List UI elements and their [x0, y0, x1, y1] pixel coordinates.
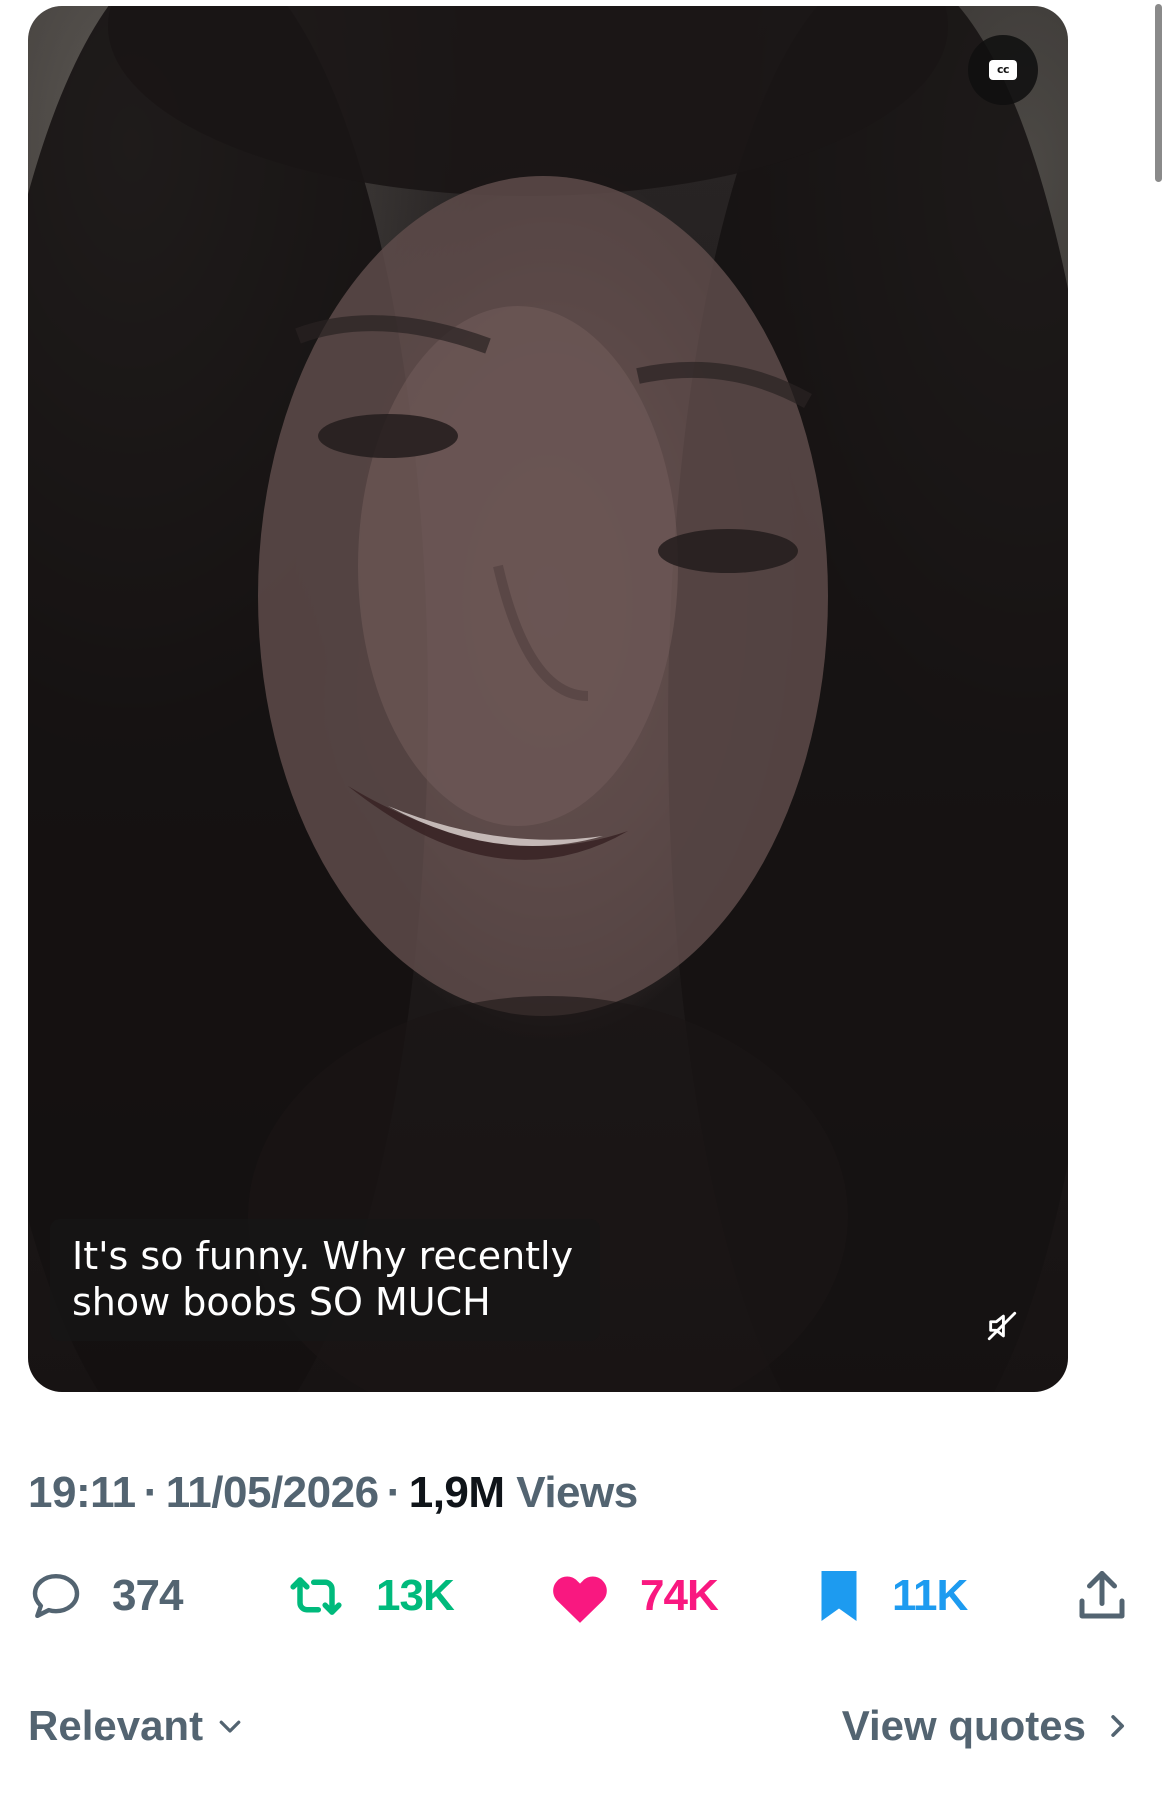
share-button[interactable] — [1072, 1560, 1132, 1632]
chevron-right-icon — [1104, 1710, 1130, 1742]
tweet-meta: 19:11 · 11/05/2026 · 1,9M Views — [28, 1468, 638, 1518]
heart-icon — [548, 1567, 612, 1625]
closed-captions-button[interactable]: cc — [968, 35, 1038, 105]
video-caption: It's so funny. Why recently show boobs S… — [50, 1219, 600, 1341]
meta-separator: · — [386, 1468, 402, 1517]
tweet-action-bar: 374 13K 74K 11K — [0, 1560, 1170, 1632]
bookmark-count: 11K — [892, 1571, 968, 1620]
like-button[interactable]: 74K — [548, 1560, 719, 1632]
share-icon — [1072, 1566, 1132, 1626]
caption-line-1: It's so funny. Why recently — [72, 1234, 574, 1278]
replies-header: Relevant View quotes — [0, 1696, 1170, 1756]
tweet-date: 11/05/2026 — [165, 1468, 379, 1517]
sort-label: Relevant — [28, 1702, 204, 1749]
speaker-muted-icon — [987, 1311, 1017, 1341]
like-count: 74K — [640, 1571, 719, 1620]
bookmark-icon — [814, 1566, 864, 1626]
repost-button[interactable]: 13K — [284, 1560, 455, 1632]
reply-button[interactable]: 374 — [28, 1560, 183, 1632]
views-count: 1,9M — [408, 1468, 505, 1517]
closed-captions-icon: cc — [989, 60, 1017, 80]
reply-count: 374 — [112, 1571, 183, 1620]
video-player[interactable]: cc It's so funny. Why recently show boob… — [28, 6, 1068, 1392]
views-label: Views — [516, 1468, 638, 1517]
view-quotes-link[interactable]: View quotes — [842, 1696, 1130, 1756]
reply-sort-dropdown[interactable]: Relevant — [28, 1696, 245, 1756]
page-scrollbar[interactable] — [1155, 4, 1162, 182]
meta-separator: · — [143, 1468, 159, 1517]
repost-count: 13K — [376, 1571, 455, 1620]
caption-line-2: show boobs SO MUCH — [72, 1280, 491, 1324]
tweet-time: 19:11 — [28, 1468, 136, 1517]
video-frame — [28, 6, 1068, 1392]
view-quotes-label: View quotes — [841, 1702, 1086, 1749]
chevron-down-icon — [215, 1711, 245, 1741]
face-highlight — [358, 306, 678, 826]
reply-bubble-icon — [28, 1568, 84, 1624]
eye-right — [658, 529, 798, 573]
eye-left — [318, 414, 458, 458]
mute-toggle-button[interactable] — [978, 1302, 1026, 1350]
bookmark-button[interactable]: 11K — [814, 1560, 968, 1632]
repost-icon — [284, 1568, 348, 1624]
